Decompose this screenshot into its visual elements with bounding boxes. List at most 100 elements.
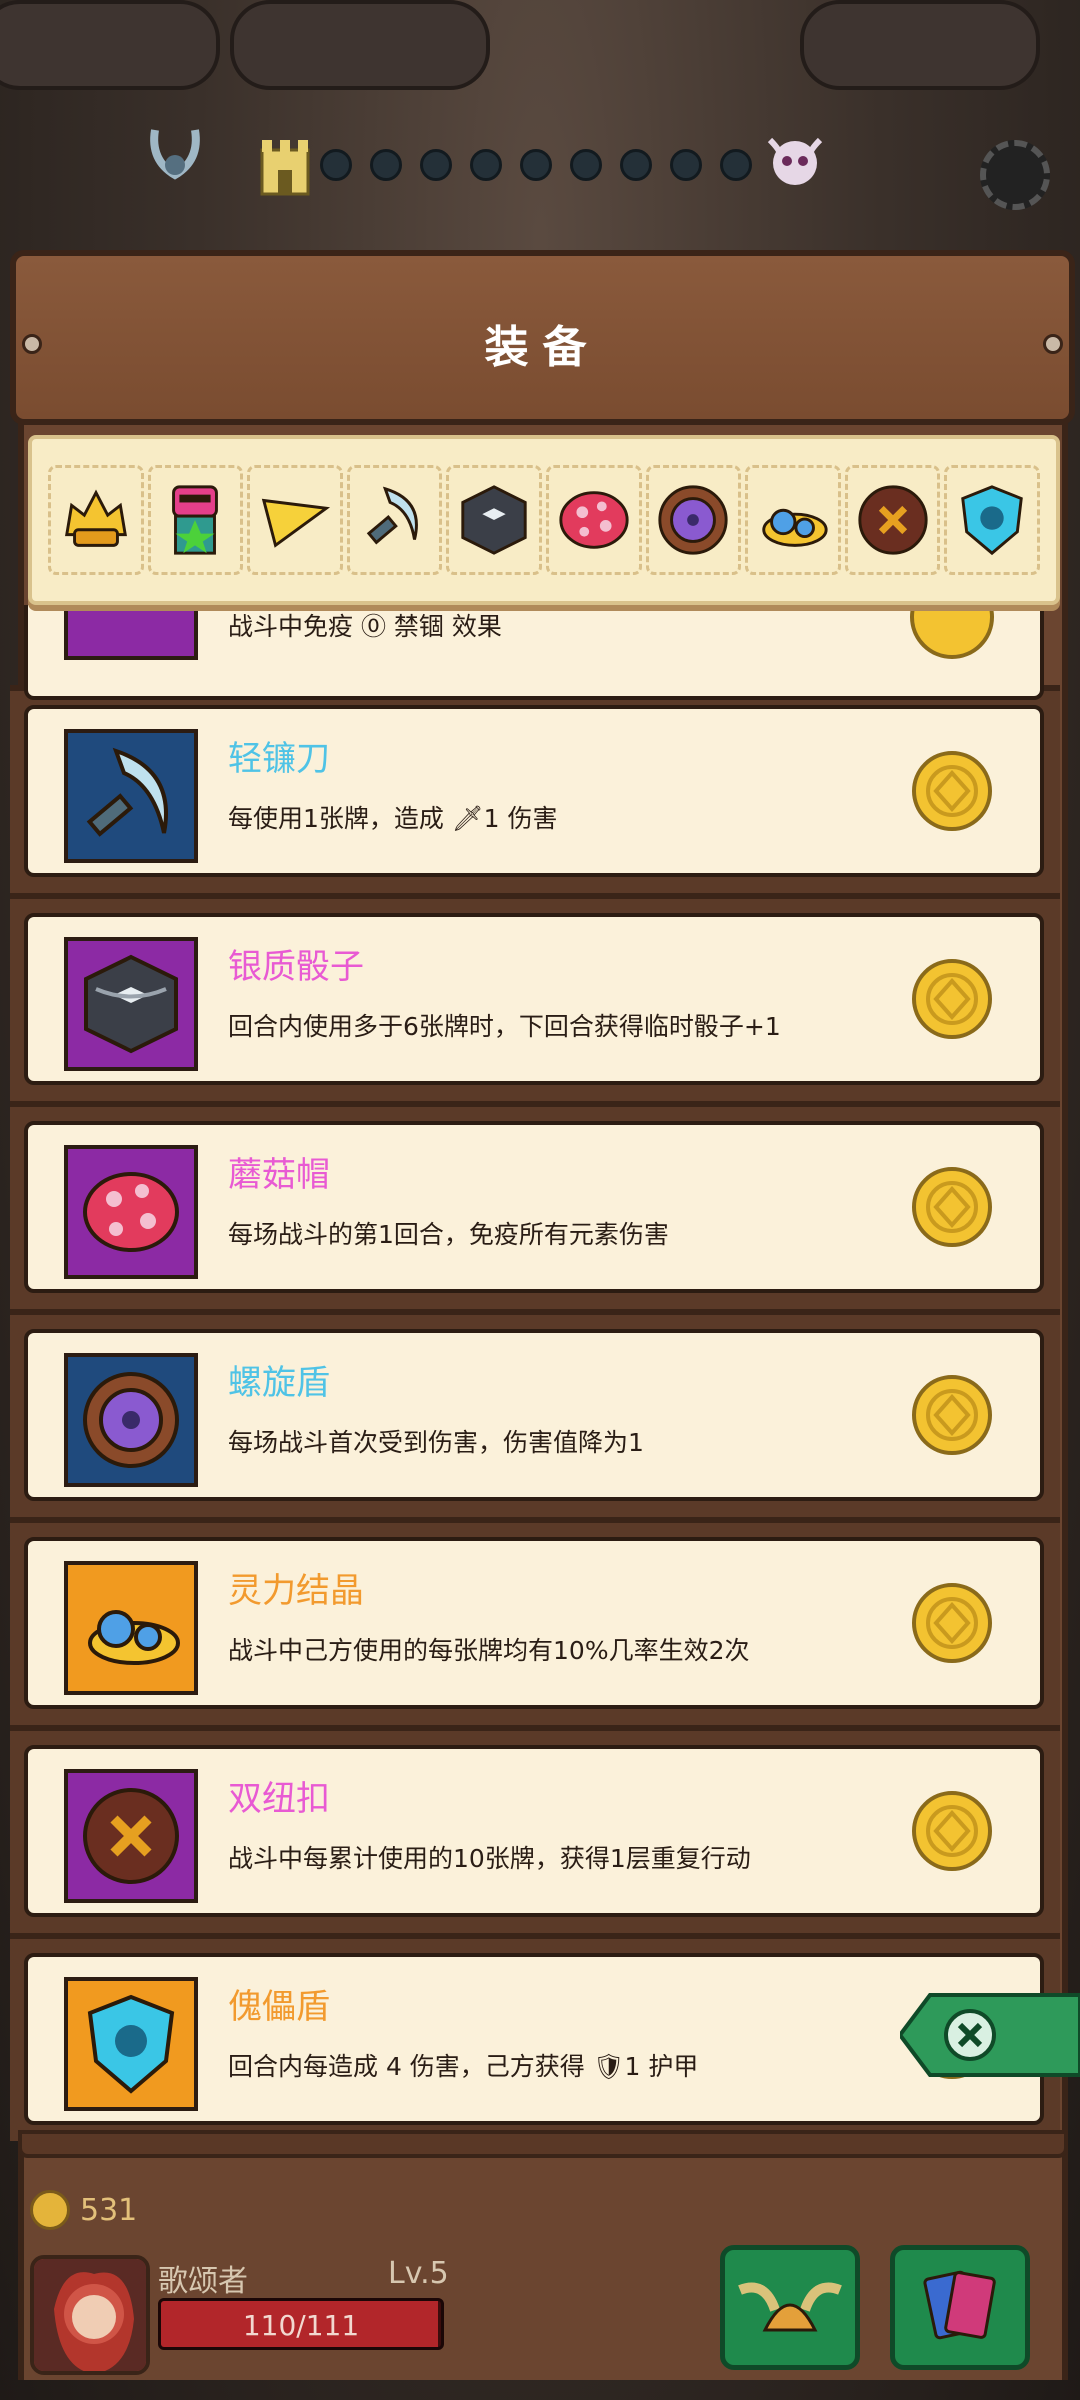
player-name: 歌颂者 (158, 2264, 248, 2299)
close-button[interactable] (900, 1990, 1080, 2080)
map-node (420, 149, 452, 181)
stone-block (800, 0, 1040, 90)
item-description: 战斗中每累计使用的10张牌，获得1层重复行动 (228, 1844, 751, 1873)
item-name: 蘑菇帽 (228, 1155, 330, 1195)
coin-icon (912, 1791, 992, 1871)
equipment-menu-button[interactable] (720, 2245, 860, 2370)
partial-equipment-card: 战斗中免疫 ⓪ 禁锢 效果 (24, 605, 1044, 700)
equipment-list-item: 轻镰刀 每使用1张牌，造成 🗡1 伤害 (10, 685, 1060, 893)
equipment-card[interactable]: 银质骰子 回合内使用多于6张牌时，下回合获得临时骰子+1 (24, 913, 1044, 1085)
item-description: 回合内每造成 4 伤害，己方获得 🛡1 护甲 (228, 2052, 699, 2081)
map-node (470, 149, 502, 181)
strip-slot[interactable] (745, 465, 841, 575)
coin-icon (912, 1583, 992, 1663)
equipment-list-item: 蘑菇帽 每场战斗的第1回合，免疫所有元素伤害 (10, 1101, 1060, 1309)
equipment-list-item: 灵力结晶 战斗中己方使用的每张牌均有10%几率生效2次 (10, 1517, 1060, 1725)
settings-gear-icon[interactable] (980, 140, 1050, 210)
strip-slot[interactable] (147, 465, 244, 575)
item-name: 双纽扣 (228, 1779, 330, 1819)
mushroom-cap-icon (559, 491, 629, 549)
card-deck-icon (923, 2270, 996, 2340)
strip-slot[interactable] (446, 465, 542, 575)
item-icon-box (64, 937, 198, 1071)
coin-icon (912, 751, 992, 831)
item-name: 螺旋盾 (228, 1363, 330, 1403)
castle-icon (260, 140, 310, 196)
map-node (520, 149, 552, 181)
map-node (320, 149, 352, 181)
silver-dice-icon (84, 954, 178, 1054)
silver-dice-icon (461, 485, 527, 555)
double-button-icon (83, 1788, 179, 1884)
hp-bar: 110/111 (158, 2298, 444, 2350)
equipment-card[interactable]: 双纽扣 战斗中每累计使用的10张牌，获得1层重复行动 (24, 1745, 1044, 1917)
equipment-list-item: 双纽扣 战斗中每累计使用的10张牌，获得1层重复行动 (10, 1725, 1060, 1933)
strip-slot[interactable] (48, 465, 144, 575)
spirit-crystal-icon (762, 508, 828, 547)
partial-item-desc: 战斗中免疫 ⓪ 禁锢 效果 (228, 612, 502, 641)
panel-bottom (18, 2130, 1068, 2158)
light-sickle-icon (86, 747, 168, 837)
item-name: 银质骰子 (228, 947, 364, 987)
stone-block (0, 0, 220, 90)
equipment-card[interactable]: 灵力结晶 战斗中己方使用的每张牌均有10%几率生效2次 (24, 1537, 1044, 1709)
equipment-card[interactable]: 蘑菇帽 每场战斗的第1回合，免疫所有元素伤害 (24, 1121, 1044, 1293)
gold-amount: 531 (80, 2192, 138, 2228)
gold-counter: 531 (30, 2190, 137, 2230)
spiral-shield-icon (658, 485, 729, 555)
beetle-icon (150, 129, 200, 180)
panel-header: 装备 (10, 250, 1075, 425)
item-icon-box (64, 1977, 198, 2111)
coin-icon (912, 1167, 992, 1247)
map-progress (320, 145, 752, 185)
strip-slot[interactable] (645, 465, 742, 575)
item-icon-box (64, 1145, 198, 1279)
strip-slot[interactable] (546, 465, 642, 575)
cheese-wedge-icon (261, 498, 331, 548)
totem-icon (172, 485, 219, 555)
item-description: 每使用1张牌，造成 🗡1 伤害 (228, 804, 558, 833)
winged-helmet-icon (738, 2282, 842, 2332)
item-description: 回合内使用多于6张牌时，下回合获得临时骰子+1 (228, 1012, 781, 1041)
item-name: 轻镰刀 (228, 739, 330, 779)
item-icon-box (64, 1561, 198, 1695)
strip-slot[interactable] (247, 465, 343, 575)
item-description: 战斗中己方使用的每张牌均有10%几率生效2次 (228, 1636, 750, 1665)
equipment-strip (28, 435, 1060, 605)
strip-slot[interactable] (944, 465, 1040, 575)
mushroom-cap-icon (83, 1172, 179, 1252)
player-avatar[interactable] (30, 2255, 150, 2375)
golden-helmet-icon (64, 489, 127, 547)
deck-menu-button[interactable] (890, 2245, 1030, 2370)
item-description: 每场战斗的第1回合，免疫所有元素伤害 (228, 1220, 669, 1249)
puppet-shield-icon (961, 485, 1024, 556)
item-icon-box (64, 729, 198, 863)
map-node (670, 149, 702, 181)
strip-slot[interactable] (346, 465, 443, 575)
item-name: 灵力结晶 (228, 1571, 364, 1611)
item-description: 每场战斗首次受到伤害，伤害值降为1 (228, 1428, 644, 1457)
boss-skull-icon (767, 137, 823, 185)
equipment-list-item: 螺旋盾 每场战斗首次受到伤害，伤害值降为1 (10, 1309, 1060, 1517)
double-button-icon (857, 485, 928, 555)
light-sickle-icon (366, 486, 418, 545)
spirit-crystal-icon (88, 1610, 180, 1665)
item-icon-box (64, 1769, 198, 1903)
equipment-card[interactable]: 傀儡盾 回合内每造成 4 伤害，己方获得 🛡1 护甲 (24, 1953, 1044, 2125)
item-icon-box (64, 1353, 198, 1487)
map-node (620, 149, 652, 181)
singer-portrait-icon (34, 2259, 146, 2371)
gold-coin-icon (30, 2190, 70, 2230)
equipment-card[interactable]: 螺旋盾 每场战斗首次受到伤害，伤害值降为1 (24, 1329, 1044, 1501)
hp-text: 110/111 (242, 2309, 360, 2342)
strip-slot[interactable] (844, 465, 941, 575)
coin-icon (910, 605, 994, 659)
equipment-panel: 装备 战斗中免疫 ⓪ 禁锢 效果 轻镰刀 每使用1张牌，造成 🗡1 伤害 银质骰… (10, 250, 1075, 2380)
stone-block (230, 0, 490, 90)
coin-icon (912, 959, 992, 1039)
item-icon-box (64, 605, 198, 660)
equipment-list-item: 银质骰子 回合内使用多于6张牌时，下回合获得临时骰子+1 (10, 893, 1060, 1101)
spiral-shield-icon (83, 1372, 179, 1468)
item-name: 傀儡盾 (228, 1987, 330, 2027)
equipment-card[interactable]: 轻镰刀 每使用1张牌，造成 🗡1 伤害 (24, 705, 1044, 877)
